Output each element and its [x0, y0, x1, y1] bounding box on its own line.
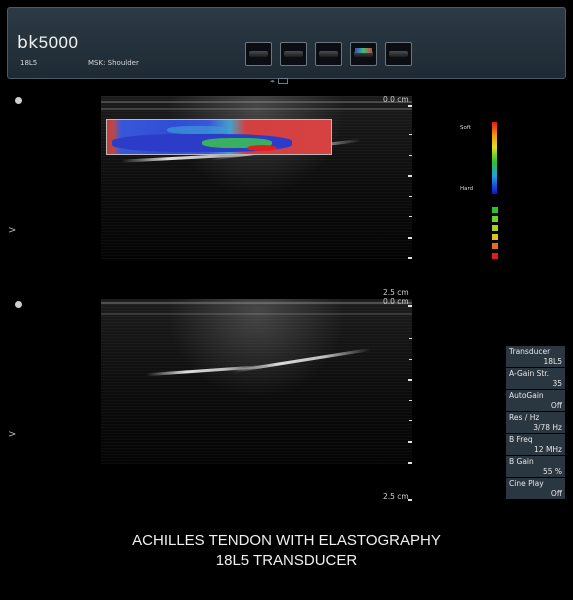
param-value: 18L5: [543, 357, 563, 366]
probe-name: 18L5: [20, 59, 38, 67]
depth-tick: [409, 196, 412, 197]
depth-tick: [409, 400, 412, 401]
logo-prefix: bk: [17, 33, 39, 53]
depth-tick: [408, 499, 412, 501]
depth-tick: [408, 175, 412, 177]
preset-name: MSK: Shoulder: [88, 59, 139, 67]
image-thumb-2[interactable]: [280, 42, 307, 66]
header-bar: bk5000 18L5 MSK: Shoulder ◂▸: [7, 7, 566, 85]
hard-label: Hard: [460, 186, 474, 192]
depth-tick: [408, 105, 412, 107]
depth-top-label: 0.0 cm: [383, 95, 409, 104]
strain-indicator-bar: [492, 225, 498, 231]
depth-tick: [409, 420, 412, 421]
strain-indicator-bar: [492, 243, 498, 249]
param-value: 35: [552, 379, 562, 388]
depth-bottom-label: 2.5 cm: [383, 492, 409, 501]
param-b-freq[interactable]: B Freq 12 MHz: [506, 434, 565, 456]
image-thumb-1[interactable]: [245, 42, 272, 66]
param-value: 55 %: [542, 467, 562, 476]
depth-tick: [409, 134, 412, 135]
depth-tick: [408, 462, 412, 464]
param-a-gain-str[interactable]: A-Gain Str. 35: [506, 368, 565, 390]
pager-box-icon[interactable]: [278, 78, 289, 84]
param-b-gain[interactable]: B Gain 55 %: [506, 456, 565, 478]
thumbnail-pager[interactable]: ◂▸: [270, 78, 289, 85]
ultrasound-image-bmode[interactable]: [101, 299, 412, 464]
depth-tick: [409, 359, 412, 360]
depth-tick: [409, 338, 412, 339]
param-label: Transducer: [509, 347, 551, 356]
param-autogain[interactable]: AutoGain Off: [506, 390, 565, 412]
strain-indicator-bar: [492, 207, 498, 213]
orientation-marker-icon: [15, 97, 22, 104]
param-res-hz[interactable]: Res / Hz 3/78 Hz: [506, 412, 565, 434]
param-cine-play[interactable]: Cine Play Off: [506, 478, 565, 500]
soft-label: Soft: [460, 125, 471, 131]
logo-model: 5000: [38, 33, 79, 52]
param-label: A-Gain Str.: [509, 369, 550, 378]
imaging-parameters-panel: Transducer 18L5 A-Gain Str. 35 AutoGain Off…: [506, 346, 565, 500]
side-marker: >: [8, 429, 17, 440]
image-thumb-5[interactable]: [385, 42, 412, 66]
param-value: Off: [550, 489, 562, 498]
param-value: 12 MHz: [534, 445, 562, 454]
param-value: Off: [550, 401, 562, 410]
depth-tick: [409, 216, 412, 217]
param-label: B Gain: [509, 457, 534, 466]
brand-logo: bk5000: [17, 33, 78, 53]
strain-indicator-bar: [492, 234, 498, 240]
elastography-overlay: [106, 119, 332, 155]
depth-tick: [408, 305, 412, 307]
param-label: AutoGain: [509, 391, 544, 400]
side-marker: >: [8, 225, 17, 236]
param-label: Cine Play: [509, 479, 544, 488]
depth-tick: [409, 155, 412, 156]
param-value: 3/78 Hz: [533, 423, 562, 432]
depth-top-label: 0.0 cm: [383, 297, 409, 306]
pager-arrow-icon[interactable]: ◂▸: [270, 79, 275, 85]
param-transducer[interactable]: Transducer 18L5: [506, 346, 565, 368]
depth-tick: [408, 237, 412, 239]
image-thumb-4[interactable]: [350, 42, 377, 66]
param-label: B Freq: [509, 435, 533, 444]
strain-indicator-bar: [492, 253, 498, 259]
depth-tick: [408, 441, 412, 443]
strain-indicator-bar: [492, 216, 498, 222]
caption-line-1: ACHILLES TENDON WITH ELASTOGRAPHY: [132, 532, 441, 549]
elasticity-color-bar: [492, 122, 497, 194]
image-thumb-3[interactable]: [315, 42, 342, 66]
orientation-marker-icon: [15, 301, 22, 308]
param-label: Res / Hz: [509, 413, 540, 422]
depth-tick: [408, 379, 412, 381]
caption-line-2: 18L5 TRANSDUCER: [215, 552, 358, 569]
depth-tick: [408, 257, 412, 259]
depth-bottom-label: 2.5 cm: [383, 288, 409, 297]
